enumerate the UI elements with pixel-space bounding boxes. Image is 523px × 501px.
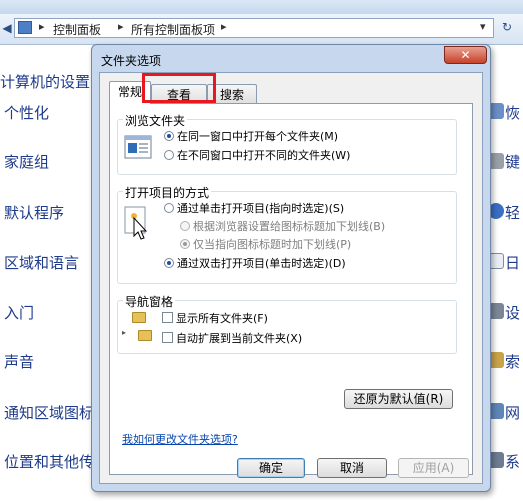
cp-item-keyboard[interactable]: 键 xyxy=(505,151,520,172)
checkbox-label: 显示所有文件夹(F) xyxy=(176,312,268,325)
close-icon: ✕ xyxy=(460,48,471,62)
cp-item-indexing[interactable]: 索 xyxy=(505,351,520,372)
cp-item-personalization[interactable]: 个性化 xyxy=(4,102,49,123)
cp-item-recovery[interactable]: 恢 xyxy=(505,102,520,123)
breadcrumb-chevron-icon[interactable]: ▸ xyxy=(221,20,227,33)
apply-button: 应用(A) xyxy=(398,458,469,478)
checkbox-auto-expand[interactable]: 自动扩展到当前文件夹(X) xyxy=(162,330,302,346)
radio-different-window[interactable]: 在不同窗口中打开不同的文件夹(W) xyxy=(164,147,350,163)
checkbox-label: 自动扩展到当前文件夹(X) xyxy=(176,332,303,345)
cp-item-getting-started[interactable]: 入门 xyxy=(4,302,34,323)
window-icon xyxy=(124,135,152,159)
help-link[interactable]: 我如何更改文件夹选项? xyxy=(122,431,238,447)
checkbox-show-all-folders[interactable]: 显示所有文件夹(F) xyxy=(162,310,268,326)
address-box[interactable]: ▸ 控制面板 ▸ 所有控制面板项 ▸ ▾ xyxy=(14,18,494,38)
dialog-client-area: 常规 查看 搜索 浏览文件夹 在同一窗口中打开每个文件夹(M) 在不同窗口中打开… xyxy=(99,72,483,484)
back-icon[interactable]: ◀ xyxy=(0,18,14,38)
address-bar-area: ◀ ▸ 控制面板 ▸ 所有控制面板项 ▸ ▾ ↻ xyxy=(0,14,523,45)
highlight-annotation-box xyxy=(142,73,216,103)
radio-button xyxy=(180,221,190,231)
browse-folders-title: 浏览文件夹 xyxy=(123,112,188,129)
breadcrumb-chevron-icon[interactable]: ▸ xyxy=(118,20,124,33)
breadcrumb-all-items[interactable]: 所有控制面板项 xyxy=(131,21,215,38)
radio-label: 在同一窗口中打开每个文件夹(M) xyxy=(177,130,339,143)
cp-item-region-language[interactable]: 区域和语言 xyxy=(4,252,79,273)
breadcrumb-chevron-icon[interactable]: ▸ xyxy=(39,20,45,33)
close-button[interactable]: ✕ xyxy=(444,46,487,64)
folder-icon xyxy=(138,330,152,341)
cp-item-network[interactable]: 网 xyxy=(505,402,520,423)
radio-button[interactable] xyxy=(164,150,174,160)
radio-label: 仅当指向图标标题时加下划线(P) xyxy=(193,238,352,251)
dialog-title: 文件夹选项 xyxy=(101,54,162,68)
cancel-button[interactable]: 取消 xyxy=(317,458,387,478)
radio-label: 通过双击打开项目(单击时选定)(D) xyxy=(177,257,346,270)
cp-item-devices[interactable]: 设 xyxy=(505,302,520,323)
general-tab-panel: 浏览文件夹 在同一窗口中打开每个文件夹(M) 在不同窗口中打开不同的文件夹(W)… xyxy=(109,103,473,475)
checkbox[interactable] xyxy=(162,312,173,323)
cp-item-homegroup[interactable]: 家庭组 xyxy=(4,151,49,172)
breadcrumb-control-panel[interactable]: 控制面板 xyxy=(53,21,101,38)
radio-label: 根据浏览器设置给图标标题加下划线(B) xyxy=(193,220,386,233)
radio-button[interactable] xyxy=(164,203,174,213)
radio-button xyxy=(180,239,190,249)
radio-double-click[interactable]: 通过双击打开项目(单击时选定)(D) xyxy=(164,255,346,271)
navigation-pane-group: 导航窗格 ▸ 显示所有文件夹(F) 自动扩展到当前文件夹(X) xyxy=(117,293,457,354)
cp-item-location[interactable]: 位置和其他传 xyxy=(4,451,94,472)
checkbox[interactable] xyxy=(162,332,173,343)
cp-item-notification-icons[interactable]: 通知区域图标 xyxy=(4,402,94,423)
radio-label: 在不同窗口中打开不同的文件夹(W) xyxy=(177,149,351,162)
radio-underline-browser: 根据浏览器设置给图标标题加下划线(B) xyxy=(180,218,385,234)
radio-button[interactable] xyxy=(164,131,174,141)
folder-icon xyxy=(132,312,146,323)
cp-item-default-programs[interactable]: 默认程序 xyxy=(4,202,64,223)
cursor-click-icon xyxy=(124,206,148,240)
radio-underline-point: 仅当指向图标标题时加下划线(P) xyxy=(180,236,351,252)
radio-label: 通过单击打开项目(指向时选定)(S) xyxy=(177,202,345,215)
explorer-titlebar xyxy=(0,0,523,14)
radio-button[interactable] xyxy=(164,258,174,268)
cp-item-ease-of-access[interactable]: 轻 xyxy=(505,202,520,223)
radio-single-click[interactable]: 通过单击打开项目(指向时选定)(S) xyxy=(164,200,344,216)
browse-folders-group: 浏览文件夹 在同一窗口中打开每个文件夹(M) 在不同窗口中打开不同的文件夹(W) xyxy=(117,112,457,175)
click-items-group: 打开项目的方式 通过单击打开项目(指向时选定)(S) 根据浏览器设置给图标标题加… xyxy=(117,184,457,284)
navigation-pane-title: 导航窗格 xyxy=(123,293,176,310)
expand-arrow-icon: ▸ xyxy=(122,328,127,337)
address-dropdown-icon[interactable]: ▾ xyxy=(480,20,486,33)
refresh-icon[interactable]: ↻ xyxy=(497,20,517,36)
cp-item-system[interactable]: 系 xyxy=(505,451,520,472)
click-items-title: 打开项目的方式 xyxy=(123,184,212,201)
restore-defaults-button[interactable]: 还原为默认值(R) xyxy=(344,389,453,409)
cp-item-date-time[interactable]: 日 xyxy=(505,252,520,273)
dialog-titlebar[interactable]: 文件夹选项 ✕ xyxy=(92,45,490,71)
folder-options-dialog: 文件夹选项 ✕ 常规 查看 搜索 浏览文件夹 在同一窗口中打开每个文件夹(M) … xyxy=(91,44,491,492)
cp-item-sound[interactable]: 声音 xyxy=(4,351,34,372)
page-title: 计算机的设置 xyxy=(0,73,91,91)
radio-same-window[interactable]: 在同一窗口中打开每个文件夹(M) xyxy=(164,128,338,144)
control-panel-icon xyxy=(18,21,32,34)
ok-button[interactable]: 确定 xyxy=(237,458,305,478)
